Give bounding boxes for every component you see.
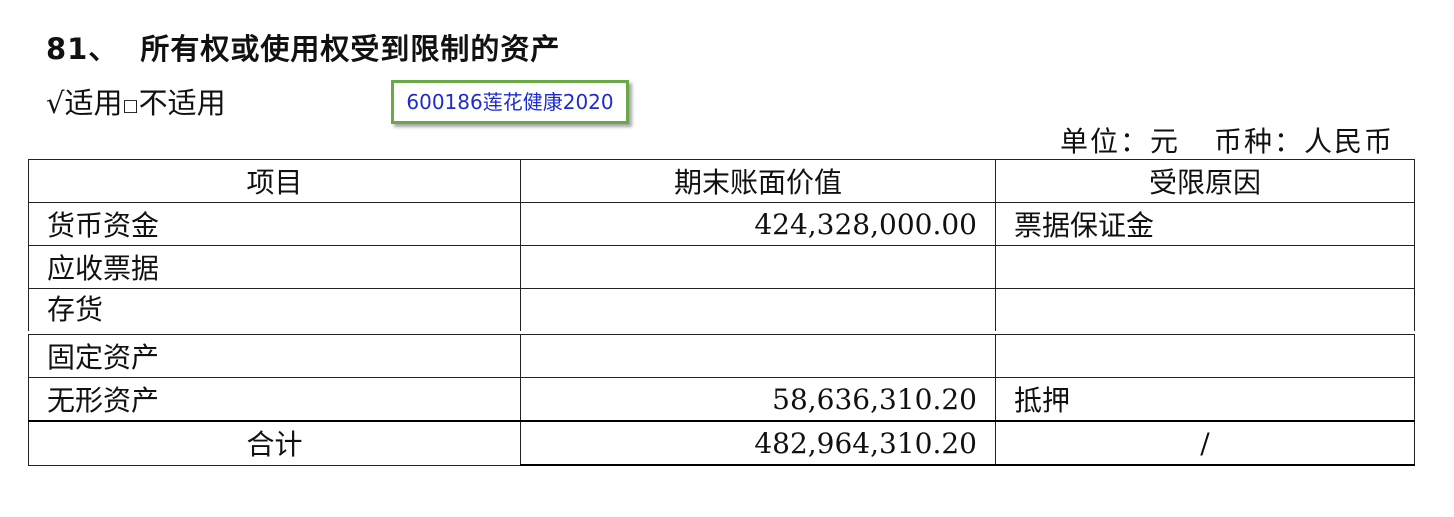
row-value: 424,328,000.00 <box>520 202 996 246</box>
row-value <box>520 288 996 331</box>
table-row: 固定资产 <box>28 334 1415 378</box>
total-reason: / <box>995 420 1415 466</box>
total-item: 合计 <box>28 420 521 466</box>
row-reason <box>995 288 1415 331</box>
row-value: 58,636,310.20 <box>520 377 996 422</box>
header-book-value: 期末账面价值 <box>520 159 996 203</box>
not-applicable-label: 不适用 <box>138 86 226 120</box>
restricted-assets-table-top: 项目 期末账面价值 受限原因 货币资金 424,328,000.00 票据保证金… <box>28 159 1415 331</box>
applicability-line: √适用□不适用 <box>46 80 226 122</box>
section-number: 81、 <box>46 32 119 66</box>
row-item: 无形资产 <box>28 377 521 422</box>
row-reason: 票据保证金 <box>995 202 1415 246</box>
header-item: 项目 <box>28 159 521 203</box>
watermark-stamp: 600186莲花健康2020 <box>391 80 629 124</box>
row-value <box>520 334 996 378</box>
row-item: 固定资产 <box>28 334 521 378</box>
currency-label: 币种：人民币 <box>1213 125 1394 158</box>
checkbox-empty-icon: □ <box>122 96 139 116</box>
row-reason: 抵押 <box>995 377 1415 422</box>
row-item: 应收票据 <box>28 245 521 289</box>
section-title: 所有权或使用权受到限制的资产 <box>140 32 561 66</box>
unit-label: 单位：元 <box>1059 125 1180 158</box>
check-mark-icon: √ <box>46 86 65 120</box>
table-row: 存货 <box>28 288 1415 331</box>
table-row: 应收票据 <box>28 245 1415 289</box>
table-row: 货币资金 424,328,000.00 票据保证金 <box>28 202 1415 246</box>
row-item: 货币资金 <box>28 202 521 246</box>
total-value: 482,964,310.20 <box>520 420 996 466</box>
table-total-row: 合计 482,964,310.20 / <box>28 420 1415 466</box>
row-reason <box>995 245 1415 289</box>
table-header-row: 项目 期末账面价值 受限原因 <box>28 159 1415 203</box>
applicable-label: 适用 <box>64 86 123 120</box>
restricted-assets-table-bottom: 固定资产 无形资产 58,636,310.20 抵押 合计 482,964,31… <box>28 334 1415 466</box>
section-heading: 81、 所有权或使用权受到限制的资产 <box>46 26 560 68</box>
row-reason <box>995 334 1415 378</box>
row-item: 存货 <box>28 288 521 331</box>
table-row: 无形资产 58,636,310.20 抵押 <box>28 377 1415 422</box>
unit-line: 单位：元 币种：人民币 <box>1060 120 1394 160</box>
row-value <box>520 245 996 289</box>
header-restriction-reason: 受限原因 <box>995 159 1415 203</box>
